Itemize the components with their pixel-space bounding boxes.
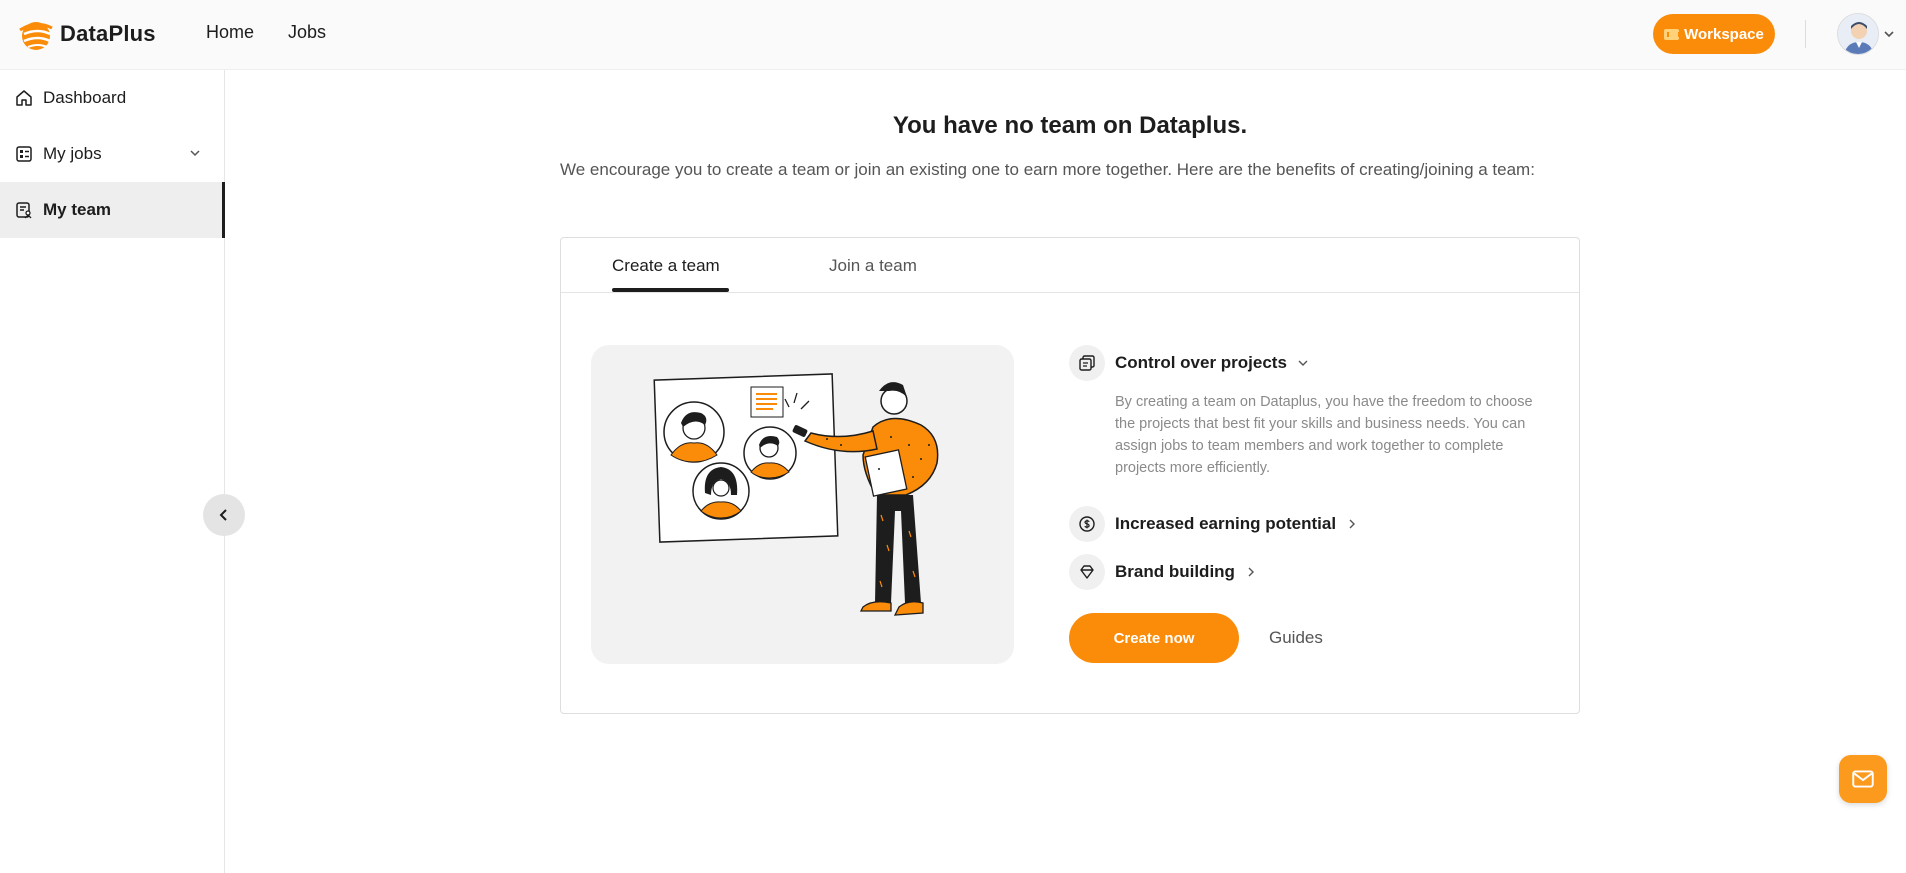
presenter-illustration [653, 373, 939, 616]
team-icon [15, 201, 33, 219]
sidebar-item-label: My team [43, 200, 112, 219]
benefit-control-projects[interactable]: Control over projects [1069, 345, 1309, 381]
jobs-icon [15, 145, 33, 163]
header-divider [1805, 20, 1806, 48]
chevron-right-icon [1245, 566, 1257, 578]
benefit-title: Brand building [1115, 562, 1235, 581]
sidebar: Dashboard My jobs My team [0, 70, 225, 873]
top-bar: DataPlus Home Jobs Workspace [0, 0, 1906, 70]
globe-logo-icon [19, 22, 53, 50]
tab-join-team[interactable]: Join a team [829, 256, 917, 276]
chevron-down-icon [1297, 357, 1309, 369]
messages-button[interactable] [1839, 755, 1887, 803]
home-icon [15, 89, 33, 107]
sidebar-item-my-team[interactable]: My team [0, 182, 225, 238]
workspace-icon [1664, 28, 1681, 40]
top-nav: Home Jobs [206, 22, 326, 43]
benefit-title: Increased earning potential [1115, 514, 1337, 533]
diamond-icon [1069, 554, 1105, 590]
sidebar-item-dashboard[interactable]: Dashboard [0, 70, 224, 126]
tab-bar: Create a team Join a team [561, 238, 1579, 293]
chevron-left-icon [219, 509, 227, 521]
intro-text: We encourage you to create a team or joi… [560, 160, 1535, 179]
team-illustration [591, 345, 1014, 664]
brand-name: DataPlus [60, 21, 156, 46]
page-title: You have no team on Dataplus. [892, 112, 1248, 139]
benefit-title: Control over projects [1115, 353, 1287, 372]
tab-create-team[interactable]: Create a team [612, 256, 720, 276]
create-now-button[interactable]: Create now [1069, 613, 1239, 663]
nav-home[interactable]: Home [206, 22, 254, 43]
mail-icon [1852, 770, 1874, 788]
dollar-icon [1069, 506, 1105, 542]
benefit-description: By creating a team on Dataplus, you have… [1115, 394, 1533, 476]
avatar[interactable] [1837, 13, 1879, 55]
workspace-label: Workspace [1684, 25, 1764, 43]
sidebar-item-my-jobs[interactable]: My jobs [0, 126, 224, 182]
active-tab-indicator [612, 288, 729, 292]
user-avatar-icon [1838, 14, 1878, 54]
guides-link[interactable]: Guides [1269, 628, 1323, 648]
team-card: Create a team Join a team Control over p… [560, 237, 1580, 714]
chevron-down-icon[interactable] [1882, 27, 1896, 41]
sidebar-item-label: Dashboard [43, 88, 127, 107]
collapse-sidebar-button[interactable] [203, 494, 245, 536]
benefit-brand-building[interactable]: Brand building [1069, 554, 1257, 590]
workspace-button[interactable]: Workspace [1653, 14, 1775, 54]
chevron-right-icon [1346, 518, 1358, 530]
nav-jobs[interactable]: Jobs [288, 22, 326, 43]
benefit-earning-potential[interactable]: Increased earning potential [1069, 506, 1358, 542]
chevron-down-icon[interactable] [188, 146, 202, 160]
dataplus-logo[interactable]: DataPlus [14, 16, 156, 52]
sidebar-item-label: My jobs [43, 144, 102, 163]
projects-icon [1069, 345, 1105, 381]
